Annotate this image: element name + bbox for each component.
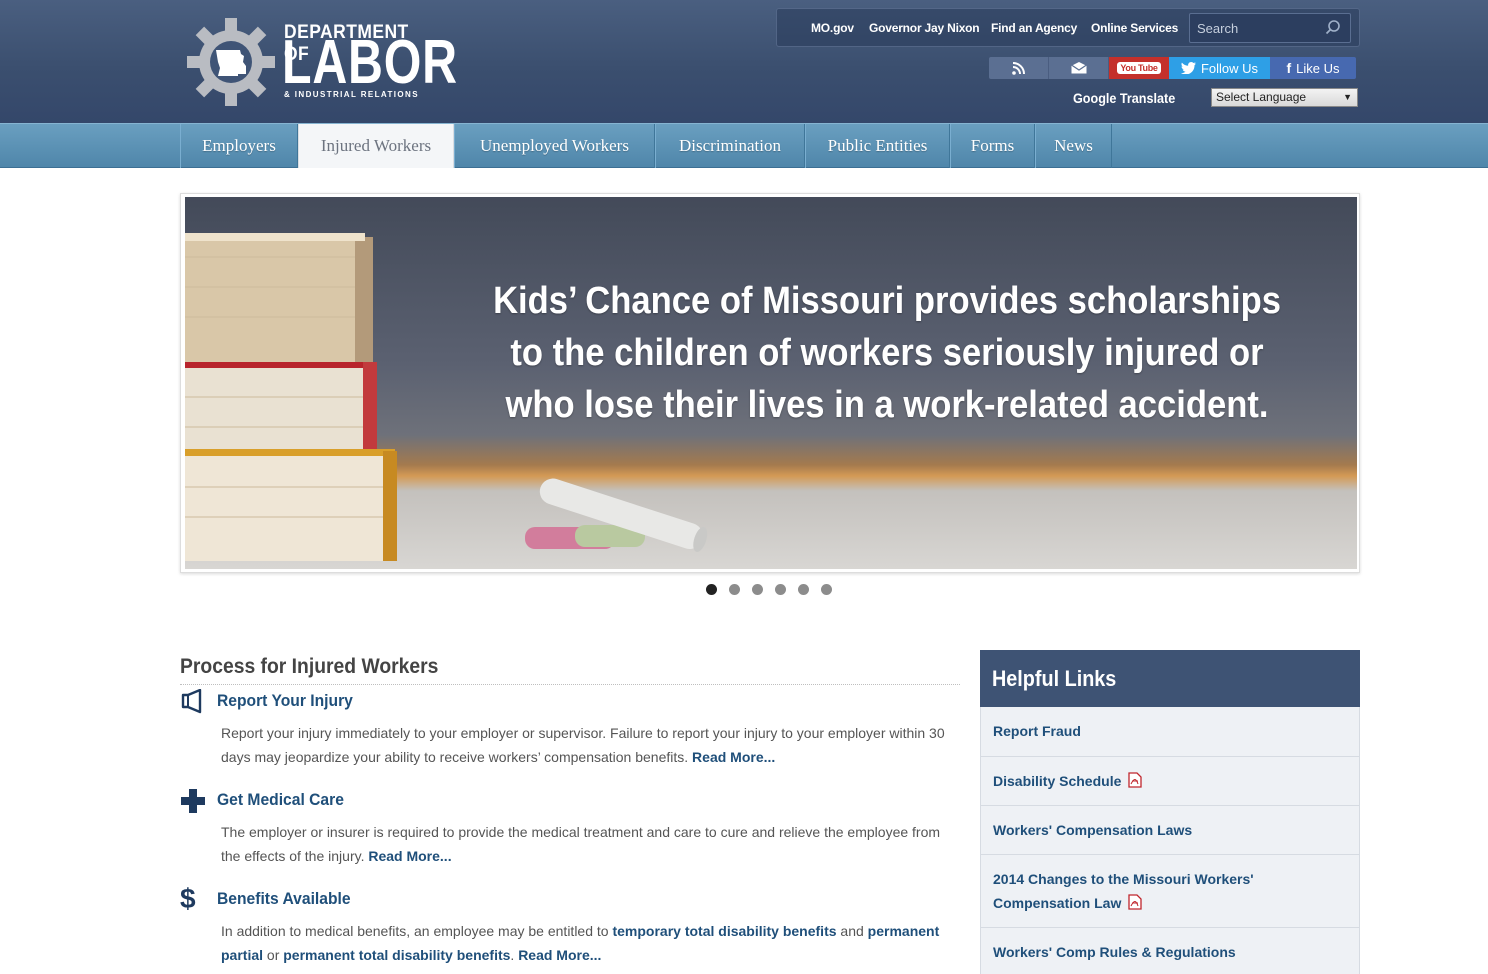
books-image bbox=[185, 233, 397, 561]
item-text-benefits-and: and bbox=[836, 923, 868, 939]
pdf-icon bbox=[1128, 894, 1142, 910]
sidebar-link-wc-laws[interactable]: Workers' Compensation Laws bbox=[980, 806, 1360, 855]
item-heading-benefits[interactable]: Benefits Available bbox=[217, 889, 351, 909]
logo-text-labor: LABOR bbox=[282, 28, 458, 97]
nav-injured-workers[interactable]: Injured Workers bbox=[298, 124, 454, 168]
sidebar-link-rules-regulations[interactable]: Workers' Comp Rules & Regulations bbox=[980, 928, 1360, 974]
link-find-agency[interactable]: Find an Agency bbox=[991, 21, 1077, 35]
slider-dot-4[interactable] bbox=[775, 584, 786, 595]
item-body-benefits: In addition to medical benefits, an empl… bbox=[221, 919, 951, 967]
utility-links-bar: MO.gov Governor Jay Nixon Find an Agency… bbox=[776, 8, 1360, 47]
section-title: Process for Injured Workers bbox=[180, 655, 439, 678]
sidebar-link-2014-changes[interactable]: 2014 Changes to the Missouri Workers' Co… bbox=[980, 855, 1360, 928]
facebook-like-button[interactable]: f Like Us bbox=[1270, 57, 1356, 79]
item-text-medical-care: The employer or insurer is required to p… bbox=[221, 824, 941, 864]
logo-text-industrial: & INDUSTRIAL RELATIONS bbox=[284, 90, 419, 99]
slide-headline: Kids’ Chance of Missouri provides schola… bbox=[487, 275, 1288, 431]
link-governor[interactable]: Governor Jay Nixon bbox=[869, 21, 980, 35]
twitter-follow-label: Follow Us bbox=[1200, 60, 1259, 76]
slider-dot-5[interactable] bbox=[798, 584, 809, 595]
search-input[interactable] bbox=[1190, 14, 1320, 42]
read-more-link-report[interactable]: Read More... bbox=[692, 749, 775, 765]
language-select[interactable]: Select Language ▼ bbox=[1211, 88, 1358, 107]
language-select-value: Select Language bbox=[1216, 90, 1307, 104]
section-divider bbox=[180, 684, 960, 685]
site-logo[interactable]: DEPARTMENT OF LABOR & INDUSTRIAL RELATIO… bbox=[186, 18, 457, 106]
nav-forms[interactable]: Forms bbox=[950, 124, 1035, 168]
item-body-medical-care: The employer or insurer is required to p… bbox=[221, 820, 951, 868]
search-icon[interactable] bbox=[1324, 19, 1342, 37]
rss-button[interactable] bbox=[989, 57, 1049, 79]
item-heading-report-injury[interactable]: Report Your Injury bbox=[217, 691, 353, 711]
nav-discrimination[interactable]: Discrimination bbox=[655, 124, 805, 168]
dollar-icon: $ bbox=[180, 883, 196, 914]
sidebar-link-disability-schedule[interactable]: Disability Schedule bbox=[980, 757, 1360, 806]
hero-slider: Kids’ Chance of Missouri provides schola… bbox=[180, 193, 1360, 573]
slide-line-2: to the children of workers seriously inj… bbox=[510, 332, 1264, 374]
megaphone-icon bbox=[181, 689, 202, 714]
rss-icon bbox=[1012, 61, 1025, 75]
nav-public-entities[interactable]: Public Entities bbox=[805, 124, 950, 168]
slide-line-1: Kids’ Chance of Missouri provides schola… bbox=[493, 280, 1281, 322]
youtube-button[interactable]: You Tube bbox=[1109, 57, 1169, 79]
hero-slide[interactable]: Kids’ Chance of Missouri provides schola… bbox=[185, 197, 1357, 569]
main-nav: Employers Injured Workers Unemployed Wor… bbox=[0, 123, 1488, 168]
item-text-benefits-or: or bbox=[263, 947, 284, 963]
link-permanent-total[interactable]: permanent total disability benefits bbox=[283, 947, 510, 963]
gear-logo-icon bbox=[187, 18, 275, 106]
slider-dot-2[interactable] bbox=[729, 584, 740, 595]
read-more-link-medical[interactable]: Read More... bbox=[368, 848, 451, 864]
sidebar-link-label: 2014 Changes to the Missouri Workers' Co… bbox=[993, 871, 1254, 911]
sidebar-link-label: Workers' Comp Rules & Regulations bbox=[993, 944, 1236, 960]
twitter-follow-button[interactable]: Follow Us bbox=[1169, 57, 1270, 79]
sidebar-link-label: Workers' Compensation Laws bbox=[993, 822, 1193, 838]
item-heading-medical-care[interactable]: Get Medical Care bbox=[217, 790, 344, 810]
chalk-image bbox=[525, 478, 708, 552]
youtube-logo: You Tube bbox=[1117, 62, 1161, 74]
link-mo-gov[interactable]: MO.gov bbox=[811, 21, 854, 35]
dropdown-arrow-icon: ▼ bbox=[1343, 92, 1352, 102]
email-button[interactable] bbox=[1049, 57, 1109, 79]
link-online-services[interactable]: Online Services bbox=[1091, 21, 1178, 35]
slider-dot-1[interactable] bbox=[706, 584, 717, 595]
facebook-icon: f bbox=[1286, 60, 1292, 76]
helpful-links-header: Helpful Links bbox=[980, 650, 1360, 707]
google-translate-label: Google Translate bbox=[1073, 90, 1176, 106]
mail-icon bbox=[1070, 62, 1087, 74]
item-text-report-injury: Report your injury immediately to your e… bbox=[221, 725, 945, 765]
sidebar-link-label: Report Fraud bbox=[993, 723, 1081, 739]
sidebar-link-report-fraud[interactable]: Report Fraud bbox=[980, 707, 1360, 757]
read-more-link-benefits[interactable]: Read More... bbox=[518, 947, 601, 963]
item-body-report-injury: Report your injury immediately to your e… bbox=[221, 721, 951, 769]
item-text-benefits-pre: In addition to medical benefits, an empl… bbox=[221, 923, 613, 939]
helpful-links-title: Helpful Links bbox=[992, 666, 1117, 691]
twitter-icon bbox=[1180, 62, 1196, 74]
nav-news[interactable]: News bbox=[1035, 124, 1112, 168]
medical-cross-icon bbox=[181, 789, 205, 813]
sidebar-link-label: Disability Schedule bbox=[993, 773, 1122, 789]
helpful-links-panel: Helpful Links Report Fraud Disability Sc… bbox=[980, 650, 1360, 974]
link-temporary-total[interactable]: temporary total disability benefits bbox=[612, 923, 836, 939]
slide-line-3: who lose their lives in a work-related a… bbox=[505, 384, 1269, 426]
pdf-icon bbox=[1128, 772, 1142, 788]
nav-unemployed-workers[interactable]: Unemployed Workers bbox=[454, 124, 655, 168]
slider-dot-3[interactable] bbox=[752, 584, 763, 595]
facebook-like-label: Like Us bbox=[1296, 60, 1340, 76]
nav-employers[interactable]: Employers bbox=[180, 124, 298, 168]
search-box bbox=[1189, 13, 1351, 43]
site-header: DEPARTMENT OF LABOR & INDUSTRIAL RELATIO… bbox=[0, 0, 1488, 123]
slider-dot-6[interactable] bbox=[821, 584, 832, 595]
